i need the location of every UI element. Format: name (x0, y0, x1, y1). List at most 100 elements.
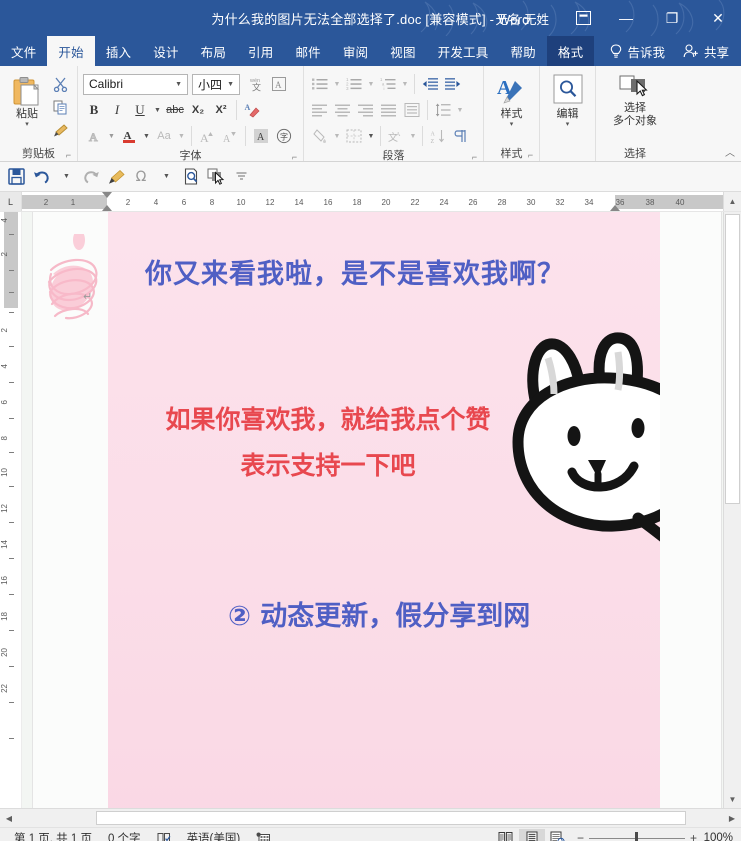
horizontal-scrollbar-thumb[interactable] (96, 811, 686, 825)
borders-caret[interactable]: ▼ (366, 125, 376, 147)
symbol-icon[interactable]: Ω (129, 165, 153, 189)
tab-insert[interactable]: 插入 (95, 36, 142, 66)
macro-record-button[interactable] (248, 832, 278, 841)
tab-mailings[interactable]: 邮件 (284, 36, 331, 66)
customize-quick-access-toolbar-icon[interactable] (229, 165, 253, 189)
tab-file[interactable]: 文件 (0, 36, 47, 66)
clear-formatting-button[interactable]: A (241, 99, 263, 121)
select-multiple-objects-button[interactable]: 选择 多个对象 (601, 71, 669, 128)
distribute-button[interactable] (401, 99, 423, 121)
change-case-caret[interactable]: ▼ (176, 125, 187, 147)
styles-button[interactable]: A 样式 ▾ (489, 71, 534, 129)
cut-button[interactable] (49, 73, 71, 95)
save-icon[interactable] (4, 165, 28, 189)
tab-help[interactable]: 帮助 (499, 36, 546, 66)
asian-layout-button[interactable]: 文 A (385, 125, 407, 147)
phonetic-guide-button[interactable]: wén 文 (245, 73, 267, 95)
font-dialog-launcher[interactable]: ⌐ (290, 153, 299, 162)
zoom-slider-knob[interactable] (635, 832, 638, 841)
zoom-level-label[interactable]: 100% (703, 832, 741, 841)
undo-icon[interactable] (29, 165, 53, 189)
account-name[interactable]: 无名 无姓 (482, 9, 563, 28)
character-shading-button[interactable]: A (250, 125, 272, 147)
line-spacing-button[interactable] (432, 99, 454, 121)
tab-review[interactable]: 审阅 (332, 36, 379, 66)
horizontal-ruler-track[interactable]: 2 1 2 4 6 8 10 12 14 16 18 20 22 24 26 2… (22, 192, 723, 211)
document-canvas[interactable]: ↵ 你又来看我啦，是不是喜欢我啊？ 如果你喜欢我，就给我点个赞表示支持一下吧 ②… (22, 212, 723, 808)
bullets-caret[interactable]: ▼ (332, 73, 342, 95)
tab-references[interactable]: 引用 (237, 36, 284, 66)
tab-view[interactable]: 视图 (379, 36, 426, 66)
underline-button[interactable]: U (129, 99, 151, 121)
subscript-button[interactable]: X₂ (187, 99, 209, 121)
tab-design[interactable]: 设计 (142, 36, 189, 66)
sort-button[interactable]: A Z (427, 125, 449, 147)
pink-poster-image[interactable]: 你又来看我啦，是不是喜欢我啊？ 如果你喜欢我，就给我点个赞表示支持一下吧 ② 动… (108, 212, 660, 808)
borders-button[interactable] (343, 125, 365, 147)
vertical-scrollbar[interactable]: ▼ (723, 212, 741, 808)
strikethrough-button[interactable]: abc (164, 99, 186, 121)
horizontal-scrollbar-track[interactable] (18, 809, 723, 827)
ribbon-display-options-icon[interactable] (563, 0, 603, 36)
share-button[interactable]: 共享 (675, 36, 741, 66)
format-painter-button[interactable] (49, 119, 71, 141)
tab-home[interactable]: 开始 (47, 36, 94, 66)
collapse-ribbon-button[interactable]: ︿ (725, 144, 735, 159)
font-name-combo[interactable]: Calibri ▼ (83, 74, 188, 95)
numbering-caret[interactable]: ▼ (366, 73, 376, 95)
hanging-indent-marker[interactable] (102, 205, 112, 211)
italic-button[interactable]: I (106, 99, 128, 121)
zoom-control[interactable]: − + (571, 831, 703, 841)
vertical-scrollbar-thumb[interactable] (725, 214, 740, 504)
copy-button[interactable] (49, 96, 71, 118)
text-effects-caret[interactable]: ▼ (106, 125, 117, 147)
proofing-status-button[interactable] (149, 832, 179, 841)
bullets-button[interactable] (309, 73, 331, 95)
paragraph-dialog-launcher[interactable]: ⌐ (470, 153, 479, 162)
enclose-character-button[interactable]: 字 (273, 125, 295, 147)
horizontal-scrollbar[interactable]: ◀ ▶ (0, 808, 741, 827)
print-layout-button[interactable] (519, 829, 545, 841)
asian-layout-caret[interactable]: ▼ (408, 125, 418, 147)
editing-dropdown-caret[interactable]: ▾ (566, 121, 570, 129)
underline-dropdown-caret[interactable]: ▼ (152, 99, 163, 121)
first-line-indent-marker[interactable] (102, 192, 112, 198)
justify-button[interactable] (378, 99, 400, 121)
scroll-left-button[interactable]: ◀ (0, 809, 18, 827)
document-page[interactable]: ↵ 你又来看我啦，是不是喜欢我啊？ 如果你喜欢我，就给我点个赞表示支持一下吧 ②… (33, 212, 721, 808)
decrease-indent-button[interactable] (419, 73, 441, 95)
bold-button[interactable]: B (83, 99, 105, 121)
minimize-button[interactable]: — (603, 0, 649, 36)
pink-scribble-drawing[interactable] (41, 234, 111, 344)
editing-button[interactable]: 编辑 ▾ (545, 71, 590, 129)
show-paragraph-marks-button[interactable] (450, 125, 472, 147)
language-indicator[interactable]: 英语(美国) (179, 830, 249, 841)
change-case-button[interactable]: Aa (153, 125, 175, 147)
styles-dropdown-caret[interactable]: ▾ (510, 121, 514, 129)
align-right-button[interactable] (355, 99, 377, 121)
horizontal-ruler[interactable]: L 2 1 2 4 6 8 10 12 14 16 18 20 22 24 26… (0, 192, 741, 212)
font-size-combo[interactable]: 小四 ▼ (192, 74, 240, 95)
font-color-button[interactable]: A (118, 125, 140, 147)
tab-layout[interactable]: 布局 (190, 36, 237, 66)
font-color-caret[interactable]: ▼ (141, 125, 152, 147)
superscript-button[interactable]: X² (210, 99, 232, 121)
align-center-button[interactable] (332, 99, 354, 121)
read-mode-button[interactable] (493, 829, 519, 841)
multilevel-list-button[interactable]: 1ai (377, 73, 399, 95)
vertical-ruler[interactable]: 4 2 2 4 6 8 10 12 14 16 18 20 22 (0, 212, 22, 808)
tell-me-button[interactable]: 告诉我 (600, 36, 675, 66)
symbol-dropdown-caret[interactable]: ▼ (154, 165, 178, 189)
shrink-font-button[interactable]: A (219, 125, 241, 147)
align-left-button[interactable] (309, 99, 331, 121)
undo-dropdown-caret[interactable]: ▼ (54, 165, 78, 189)
grow-font-button[interactable]: A (196, 125, 218, 147)
scroll-down-button[interactable]: ▼ (724, 790, 741, 808)
format-painter-icon[interactable] (104, 165, 128, 189)
paste-dropdown-caret[interactable]: ▾ (25, 121, 29, 129)
character-border-button[interactable]: A (268, 73, 290, 95)
increase-indent-button[interactable] (442, 73, 464, 95)
scroll-right-button[interactable]: ▶ (723, 809, 741, 827)
styles-dialog-launcher[interactable]: ⌐ (526, 151, 535, 160)
right-indent-marker[interactable] (610, 205, 620, 211)
